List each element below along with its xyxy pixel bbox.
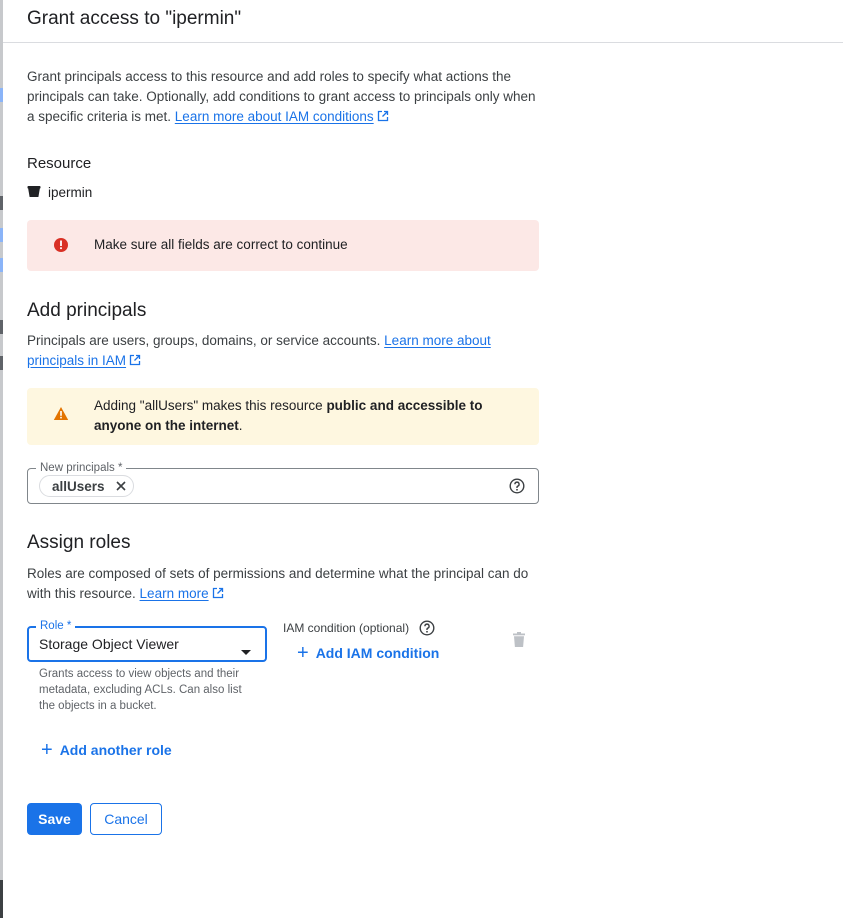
roles-description-text: Roles are composed of sets of permission…	[27, 566, 529, 601]
add-principals-heading: Add principals	[27, 300, 147, 321]
resource-row: ipermin	[27, 184, 92, 201]
new-principals-label: New principals *	[36, 461, 127, 475]
assign-roles-heading: Assign roles	[27, 532, 131, 553]
external-link-icon	[129, 352, 141, 372]
warning-suffix: .	[238, 418, 243, 433]
panel-title: Grant access to "ipermin"	[27, 8, 242, 29]
principal-chip-label: allUsers	[52, 478, 105, 494]
save-button[interactable]: Save	[27, 803, 82, 835]
roles-learn-more-link[interactable]: Learn more	[140, 586, 224, 601]
resource-heading: Resource	[27, 155, 92, 172]
remove-chip-icon[interactable]	[115, 480, 127, 492]
external-link-icon	[377, 108, 389, 128]
add-principals-description: Principals are users, groups, domains, o…	[27, 331, 542, 372]
new-principals-input[interactable]: New principals * allUsers	[27, 461, 539, 504]
public-access-warning: Adding "allUsers" makes this resource pu…	[27, 388, 539, 445]
error-message: Make sure all fields are correct to cont…	[94, 237, 348, 252]
error-icon	[53, 237, 69, 258]
iam-conditions-link[interactable]: Learn more about IAM conditions	[175, 109, 389, 124]
warning-prefix: Adding "allUsers" makes this resource	[94, 398, 327, 413]
intro-text: Grant principals access to this resource…	[27, 67, 542, 128]
delete-role-icon[interactable]	[513, 632, 525, 652]
plus-icon: +	[41, 739, 53, 761]
warning-icon	[53, 406, 69, 426]
panel-header: Grant access to "ipermin"	[3, 0, 843, 43]
dropdown-arrow-icon	[241, 642, 251, 660]
plus-icon: +	[297, 642, 309, 664]
role-select[interactable]: Role * Storage Object Viewer	[27, 619, 267, 662]
help-icon[interactable]	[509, 478, 525, 499]
role-description: Grants access to view objects and their …	[39, 668, 242, 712]
background-panel-edge	[0, 0, 3, 918]
roles-learn-more-label: Learn more	[139, 586, 209, 601]
add-iam-condition-button[interactable]: + Add IAM condition	[297, 642, 440, 664]
bucket-icon	[27, 184, 48, 201]
principal-chip: allUsers	[39, 475, 134, 497]
add-another-role-button[interactable]: + Add another role	[41, 739, 172, 761]
add-another-role-label: Add another role	[59, 742, 172, 758]
iam-conditions-link-label: Learn more about IAM conditions	[174, 109, 374, 124]
warning-message: Adding "allUsers" makes this resource pu…	[94, 396, 514, 436]
role-label: Role *	[36, 619, 76, 633]
resource-name: ipermin	[48, 185, 93, 200]
assign-roles-description: Roles are composed of sets of permission…	[27, 564, 542, 605]
error-banner: Make sure all fields are correct to cont…	[27, 220, 539, 271]
iam-condition-label: IAM condition (optional)	[283, 621, 410, 635]
external-link-icon	[212, 585, 224, 605]
add-iam-condition-label: Add IAM condition	[315, 645, 440, 661]
principals-description-text: Principals are users, groups, domains, o…	[27, 333, 385, 348]
iam-condition-help-icon[interactable]	[419, 620, 435, 641]
role-value: Storage Object Viewer	[39, 636, 179, 652]
cancel-button[interactable]: Cancel	[90, 803, 162, 835]
